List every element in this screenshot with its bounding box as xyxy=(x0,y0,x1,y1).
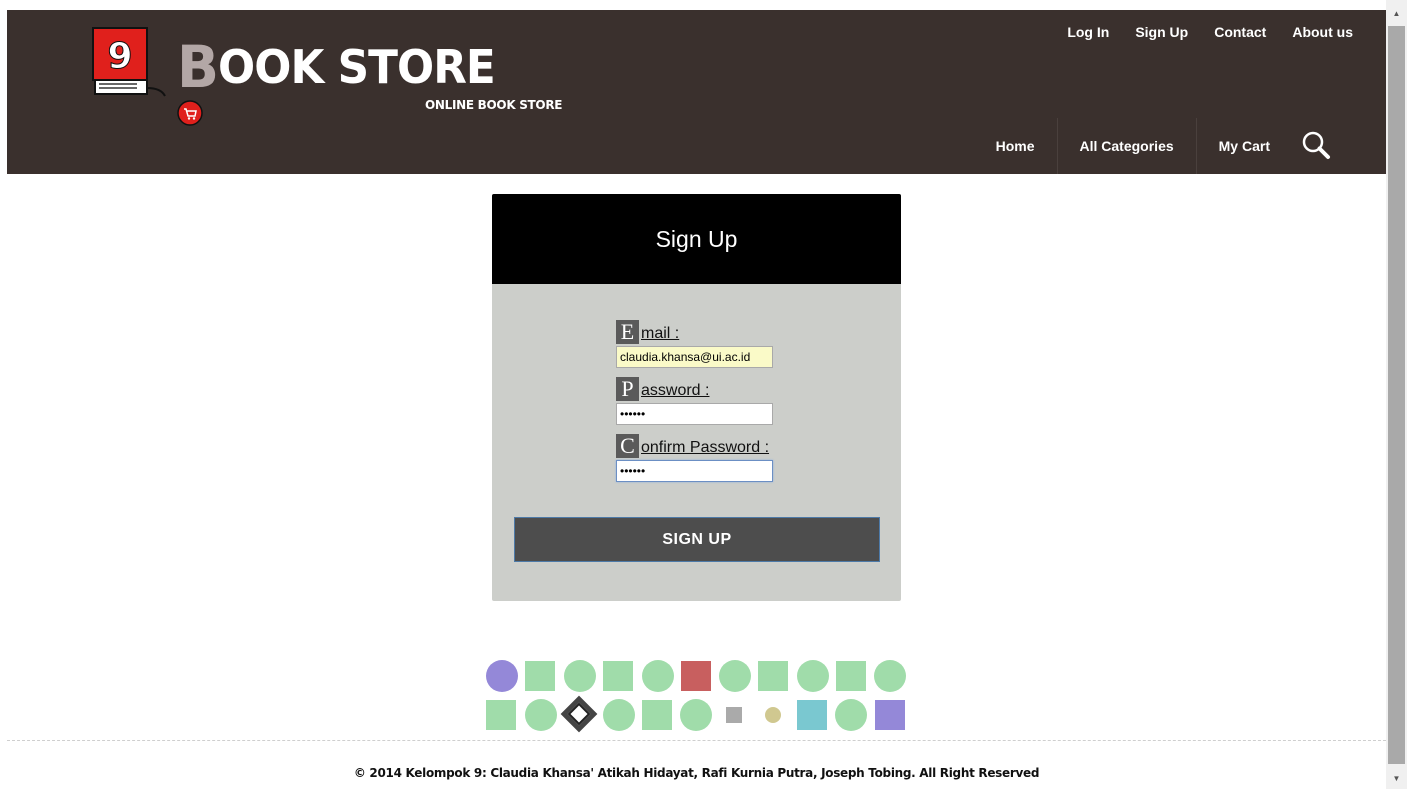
confirm-password-field[interactable] xyxy=(616,460,773,482)
circle-shape xyxy=(835,699,867,731)
email-group: E mail : xyxy=(616,318,773,368)
square-shape xyxy=(797,700,827,730)
confirm-password-label: C onfirm Password : xyxy=(616,432,773,458)
password-label: P assword : xyxy=(616,375,773,401)
main-nav: Home All Categories My Cart xyxy=(974,118,1336,174)
site-header: 9 BOOK STORE ONLINE BOOK STORE Log In Si… xyxy=(7,10,1386,174)
brand-tagline: ONLINE BOOK STORE xyxy=(425,98,563,112)
square-shape xyxy=(486,700,516,730)
nav-home[interactable]: Home xyxy=(974,118,1057,174)
top-links: Log In Sign Up Contact About us xyxy=(1054,24,1366,40)
login-link[interactable]: Log In xyxy=(1054,24,1122,40)
diamond-shape xyxy=(560,695,598,733)
small-circle-shape xyxy=(765,707,781,723)
confirm-password-label-text: onfirm Password : xyxy=(641,439,770,456)
password-label-initial: P xyxy=(616,377,639,401)
nav-my-cart[interactable]: My Cart xyxy=(1195,118,1292,174)
brand-name: BOOK STORE xyxy=(177,38,496,96)
search-button[interactable] xyxy=(1296,126,1336,166)
card-header: Sign Up xyxy=(492,194,901,284)
small-square-shape xyxy=(726,707,742,723)
circle-shape xyxy=(680,699,712,731)
vertical-scrollbar[interactable]: ▲ ▼ xyxy=(1386,0,1407,789)
circle-shape xyxy=(486,660,518,692)
square-shape xyxy=(681,661,711,691)
email-label: E mail : xyxy=(616,318,773,344)
cart-badge-icon xyxy=(177,100,203,126)
circle-shape xyxy=(797,660,829,692)
about-link[interactable]: About us xyxy=(1279,24,1366,40)
svg-text:9: 9 xyxy=(107,36,132,77)
signup-link[interactable]: Sign Up xyxy=(1122,24,1201,40)
book-cart-logo-icon: 9 xyxy=(92,27,166,97)
square-shape xyxy=(758,661,788,691)
signup-button[interactable]: SIGN UP xyxy=(514,517,880,562)
square-shape xyxy=(642,700,672,730)
circle-shape xyxy=(564,660,596,692)
email-field[interactable] xyxy=(616,346,773,368)
square-shape xyxy=(836,661,866,691)
confirm-password-group: C onfirm Password : xyxy=(616,432,773,482)
circle-shape xyxy=(719,660,751,692)
card-title: Sign Up xyxy=(655,225,738,252)
email-label-text: mail : xyxy=(641,325,680,342)
footer-copyright: © 2014 Kelompok 9: Claudia Khansa' Atika… xyxy=(353,766,1040,780)
confirm-password-label-initial: C xyxy=(616,434,639,458)
decorative-shapes xyxy=(486,660,906,733)
circle-shape xyxy=(874,660,906,692)
signup-card: Sign Up E mail : P assword : C onfirm Pa… xyxy=(492,194,901,601)
square-shape xyxy=(875,700,905,730)
diamond-inner xyxy=(567,702,591,726)
circle-shape xyxy=(525,699,557,731)
password-label-text: assword : xyxy=(641,382,710,399)
brand-rest: OOK STORE xyxy=(218,40,496,94)
square-shape xyxy=(525,661,555,691)
search-icon xyxy=(1302,131,1330,159)
scroll-down-arrow-icon[interactable]: ▼ xyxy=(1386,769,1407,787)
brand-initial: B xyxy=(177,33,219,101)
circle-shape xyxy=(603,699,635,731)
nav-all-categories[interactable]: All Categories xyxy=(1056,118,1196,174)
password-group: P assword : xyxy=(616,375,773,425)
email-label-initial: E xyxy=(616,320,639,344)
square-shape xyxy=(603,661,633,691)
password-field[interactable] xyxy=(616,403,773,425)
contact-link[interactable]: Contact xyxy=(1201,24,1279,40)
circle-shape xyxy=(642,660,674,692)
scroll-up-arrow-icon[interactable]: ▲ xyxy=(1386,4,1407,22)
site-logo[interactable]: 9 BOOK STORE ONLINE BOOK STORE xyxy=(91,26,571,126)
footer-divider xyxy=(7,740,1386,741)
scroll-thumb[interactable] xyxy=(1388,26,1405,764)
